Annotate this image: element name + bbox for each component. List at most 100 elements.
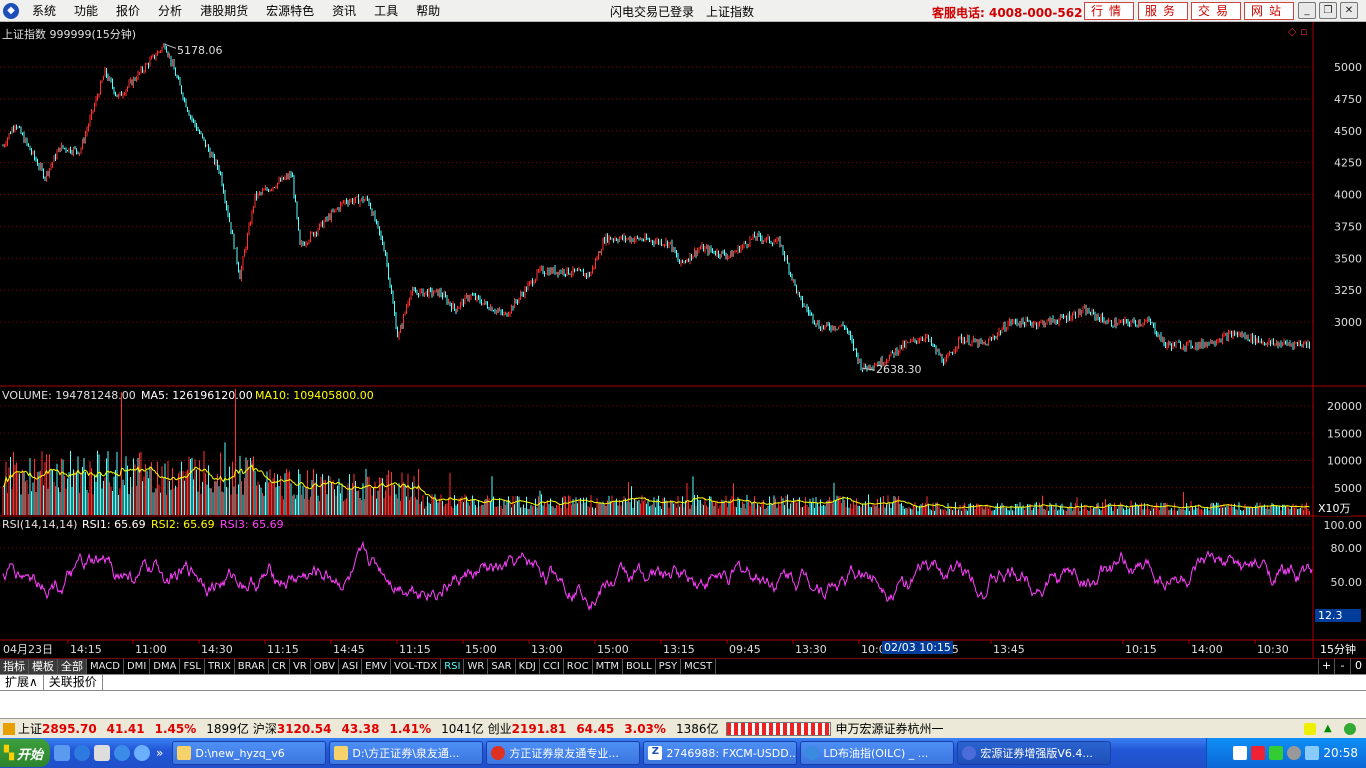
- period-label[interactable]: 15分钟: [1320, 641, 1356, 657]
- shield-icon[interactable]: [1305, 746, 1320, 760]
- menu-function[interactable]: 功能: [65, 2, 107, 19]
- indicator-dma[interactable]: DMA: [150, 659, 181, 674]
- volume-icon[interactable]: [1287, 746, 1302, 760]
- indicator-wr[interactable]: WR: [464, 659, 489, 674]
- price-tick-label: 5000: [1334, 61, 1362, 74]
- time-tick-label: 11:15: [399, 643, 431, 656]
- kline-chart[interactable]: 5000 4750 4500 4250 4000 3750 3500 3250 3000 2000…: [0, 22, 1366, 658]
- rsi-tick-label: 50.00: [1331, 576, 1363, 589]
- menu-features[interactable]: 宏源特色: [257, 2, 323, 19]
- indicator-kdj[interactable]: KDJ: [516, 659, 540, 674]
- ie-icon[interactable]: [74, 745, 90, 761]
- indicator-psy[interactable]: PSY: [656, 659, 682, 674]
- menu-bar: ◆ 系统 功能 报价 分析 港股期货 宏源特色 资讯 工具 帮助 闪电交易已登录…: [0, 0, 1366, 22]
- time-tick-label: 09:45: [729, 643, 761, 656]
- chart-options-icon[interactable]: ◇ ▫: [1288, 25, 1307, 38]
- volume-tick-label: 15000: [1327, 427, 1362, 440]
- taskbar-item-label: 宏源证券增强版V6.4...: [980, 747, 1093, 760]
- volume-ma-line: [2, 463, 1310, 509]
- indicator-emv[interactable]: EMV: [362, 659, 391, 674]
- indicator-obv[interactable]: OBV: [311, 659, 339, 674]
- time-tick-label: 11:15: [267, 643, 299, 656]
- indicator-fsl[interactable]: FSL: [180, 659, 205, 674]
- cy-label: 创业: [487, 722, 512, 736]
- indicator-boll[interactable]: BOLL: [623, 659, 656, 674]
- indicator-trix[interactable]: TRIX: [205, 659, 235, 674]
- menu-analysis[interactable]: 分析: [149, 2, 191, 19]
- zoom-in-button[interactable]: +: [1318, 659, 1334, 674]
- hs-value: 3120.54: [276, 721, 332, 736]
- indicator-macd[interactable]: MACD: [87, 659, 124, 674]
- volume-tick-label: 5000: [1334, 482, 1362, 495]
- flag-icon[interactable]: [1251, 746, 1266, 760]
- market-button[interactable]: 行情: [1084, 2, 1134, 20]
- menu-tools[interactable]: 工具: [365, 2, 407, 19]
- hotline-text: 客服电话: 4008-000-562: [932, 6, 1083, 20]
- quicklaunch-more-icon[interactable]: »: [156, 746, 163, 760]
- sh-label: 上证: [18, 722, 43, 736]
- notice-icon[interactable]: [1304, 722, 1316, 735]
- volume-tick-label: 10000: [1327, 455, 1362, 468]
- taskbar-item-founder[interactable]: 方正证券泉友通专业...: [486, 741, 641, 765]
- cursor-time: 02/03 10:15: [882, 641, 953, 654]
- close-icon[interactable]: ✕: [1340, 2, 1358, 19]
- related-quote-tab[interactable]: 关联报价: [44, 675, 103, 690]
- extension-bar: 扩展∧ 关联报价: [0, 674, 1366, 691]
- messenger-icon[interactable]: [134, 745, 150, 761]
- chart-area[interactable]: 5000 4750 4500 4250 4000 3750 3500 3250 3000 2000…: [0, 22, 1366, 658]
- menu-system[interactable]: 系统: [23, 2, 65, 19]
- indicator-rsi[interactable]: RSI: [441, 659, 465, 674]
- menu-hk-futures[interactable]: 港股期货: [191, 2, 257, 19]
- trade-button[interactable]: 交易: [1191, 2, 1241, 20]
- cy-amount: 1386亿: [675, 722, 719, 736]
- indicator-cr[interactable]: CR: [269, 659, 290, 674]
- website-button[interactable]: 网站: [1244, 2, 1294, 20]
- rsi-tick-label: 100.00: [1324, 519, 1363, 532]
- indicator-tab-2[interactable]: 全部: [58, 659, 87, 674]
- time-tick-label: 11:00: [135, 643, 167, 656]
- taskbar-item-fxcm[interactable]: Z 2746988: FXCM-USDD...: [643, 741, 798, 765]
- minimize-icon[interactable]: _: [1298, 2, 1316, 19]
- indicator-vol-tdx[interactable]: VOL-TDX: [391, 659, 442, 674]
- network-icon[interactable]: [1269, 746, 1284, 760]
- show-desktop-icon[interactable]: [54, 745, 70, 761]
- expand-button[interactable]: 扩展∧: [0, 675, 44, 690]
- indicator-vr[interactable]: VR: [290, 659, 311, 674]
- volume-label: VOLUME: 194781248.00: [2, 389, 136, 402]
- indicator-cci[interactable]: CCI: [540, 659, 564, 674]
- indicator-asi[interactable]: ASI: [339, 659, 363, 674]
- menu-help[interactable]: 帮助: [407, 2, 449, 19]
- taskbar-item-folder2[interactable]: D:\方正证券\泉友通...: [329, 741, 484, 765]
- indicator-sar[interactable]: SAR: [488, 659, 516, 674]
- rsi2-label: RSI2: 65.69: [151, 518, 215, 531]
- keyboard-icon[interactable]: [1233, 746, 1248, 760]
- taskbar: ▚ 开始 » D:\new_hyzq_v6 D:\方正证券\泉友通... 方正证券…: [0, 738, 1366, 768]
- service-button[interactable]: 服务: [1138, 2, 1188, 20]
- folder-icon: [334, 746, 349, 760]
- ma5-label: MA5: 126196120.00: [141, 389, 253, 402]
- zoom-out-button[interactable]: -: [1334, 659, 1350, 674]
- hs-change: 43.38: [341, 721, 380, 736]
- price-tick-label: 3500: [1334, 252, 1362, 265]
- indicator-brar[interactable]: BRAR: [235, 659, 269, 674]
- indicator-tab-0[interactable]: 指标: [0, 659, 29, 674]
- start-button[interactable]: ▚ 开始: [0, 739, 50, 767]
- taskbar-item-oil[interactable]: LD布油指(OILC) _ ...: [800, 741, 955, 765]
- menu-info[interactable]: 资讯: [323, 2, 365, 19]
- taskbar-item-hongyuan[interactable]: 宏源证券增强版V6.4...: [957, 741, 1112, 765]
- app-logo-icon[interactable]: ◆: [3, 2, 19, 19]
- taskbar-item-folder1[interactable]: D:\new_hyzq_v6: [172, 741, 327, 765]
- indicator-bar: 指标 模板 全部 MACD DMI DMA FSL TRIX BRAR CR VR OBV ASI EMV…: [0, 658, 1366, 674]
- indicator-roc[interactable]: ROC: [564, 659, 593, 674]
- indicator-mtm[interactable]: MTM: [593, 659, 623, 674]
- indicator-mcst[interactable]: MCST: [681, 659, 717, 674]
- indicator-tab-1[interactable]: 模板: [29, 659, 58, 674]
- reset-button[interactable]: 0: [1350, 659, 1366, 674]
- menu-quote[interactable]: 报价: [107, 2, 149, 19]
- connection-icon[interactable]: [1344, 722, 1356, 735]
- indicator-dmi[interactable]: DMI: [124, 659, 151, 674]
- restore-icon[interactable]: ❐: [1319, 2, 1337, 19]
- window-icon[interactable]: [94, 745, 110, 761]
- status-bar: 上证 2895.70 41.41 1.45% 1899亿 沪深 3120.54 …: [0, 718, 1366, 738]
- browser-icon[interactable]: [114, 745, 130, 761]
